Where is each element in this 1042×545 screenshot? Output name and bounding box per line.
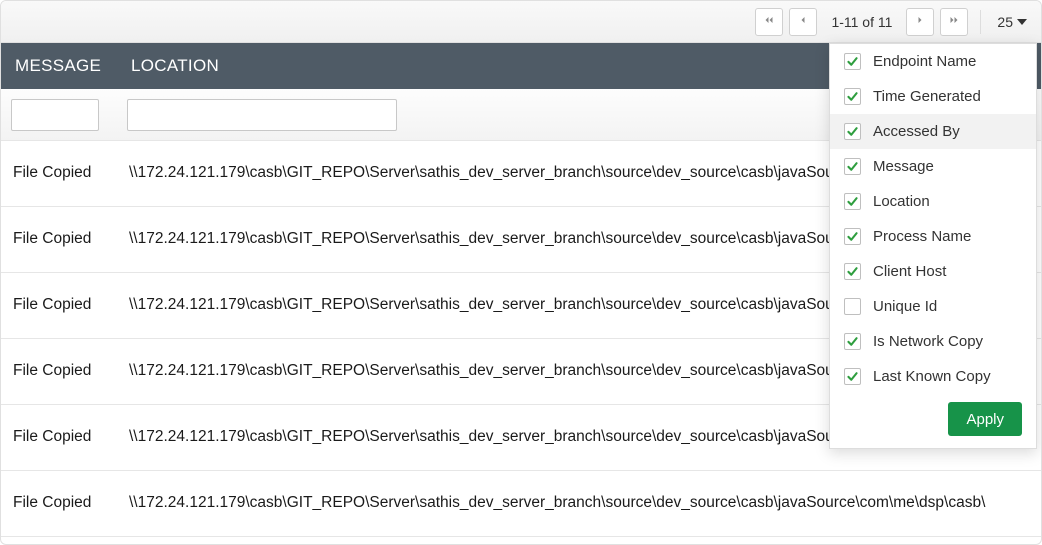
double-chevron-left-icon [763,14,775,29]
column-chooser-list: Endpoint Name Time Generated Accessed By Me… [830,44,1036,394]
column-chooser-item-label: Process Name [873,228,971,245]
page-size-value: 25 [997,14,1013,30]
cell-message: File Copied [1,360,117,382]
page-size-selector[interactable]: 25 [993,14,1031,30]
pager-range-text: 1-11 of 11 [823,14,900,30]
column-chooser-item[interactable]: Unique Id [830,289,1036,324]
cell-message: File Copied [1,294,117,316]
column-chooser-item-label: Message [873,158,934,175]
cell-message: File Copied [1,162,117,184]
cell-location: \\172.24.121.179\casb\GIT_REPO\Server\sa… [117,492,1041,514]
pager-separator [980,10,981,34]
column-chooser-item-label: Is Network Copy [873,333,983,350]
cell-message: File Copied [1,228,117,250]
column-chooser-item-label: Last Known Copy [873,368,991,385]
filter-message-input[interactable] [11,99,99,131]
cell-message: File Copied [1,426,117,448]
app-frame: 1-11 of 11 25 MESSAGE LOCATION File [0,0,1042,545]
pager-first-button[interactable] [755,8,783,36]
checkbox[interactable] [844,263,861,280]
chevron-left-icon [797,14,809,29]
table-row[interactable]: File Copied\\172.24.121.179\casb\GIT_REP… [1,471,1041,537]
column-chooser-dropdown: Endpoint Name Time Generated Accessed By Me… [829,43,1037,449]
column-chooser-item[interactable]: Process Name [830,219,1036,254]
double-chevron-right-icon [948,14,960,29]
column-chooser-item[interactable]: Endpoint Name [830,44,1036,79]
column-chooser-item[interactable]: Last Known Copy [830,359,1036,394]
pagination-bar: 1-11 of 11 25 [1,1,1041,43]
column-chooser-item[interactable]: Is Network Copy [830,324,1036,359]
checkbox[interactable] [844,123,861,140]
apply-button[interactable]: Apply [948,402,1022,436]
column-chooser-item[interactable]: Accessed By [830,114,1036,149]
column-chooser-item-label: Location [873,193,930,210]
column-chooser-item-label: Unique Id [873,298,937,315]
pager-last-button[interactable] [940,8,968,36]
column-chooser-item-label: Endpoint Name [873,53,976,70]
checkbox[interactable] [844,228,861,245]
column-chooser-item[interactable]: Time Generated [830,79,1036,114]
checkbox[interactable] [844,158,861,175]
checkbox[interactable] [844,298,861,315]
column-chooser-item[interactable]: Location [830,184,1036,219]
checkbox[interactable] [844,368,861,385]
column-chooser-item[interactable]: Client Host [830,254,1036,289]
checkbox[interactable] [844,193,861,210]
caret-down-icon [1017,19,1027,25]
checkbox[interactable] [844,333,861,350]
filter-location-input[interactable] [127,99,397,131]
cell-message: File Copied [1,492,117,514]
pager-next-button[interactable] [906,8,934,36]
column-chooser-item[interactable]: Message [830,149,1036,184]
pager-prev-button[interactable] [789,8,817,36]
column-chooser-item-label: Time Generated [873,88,981,105]
checkbox[interactable] [844,88,861,105]
column-header-message[interactable]: MESSAGE [1,56,117,76]
column-chooser-item-label: Client Host [873,263,946,280]
column-chooser-item-label: Accessed By [873,123,960,140]
checkbox[interactable] [844,53,861,70]
chevron-right-icon [914,14,926,29]
